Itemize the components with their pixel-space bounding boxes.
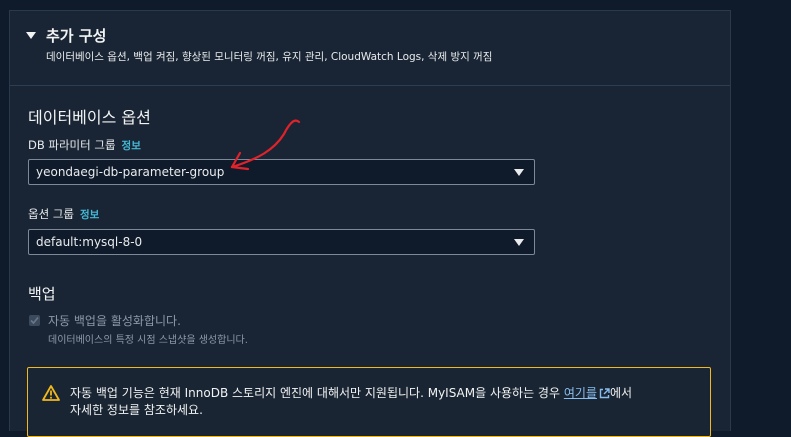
warning-alert: 자동 백업 기능은 현재 InnoDB 스토리지 엔진에 대해서만 지원됩니다.… — [27, 367, 711, 437]
option-group-label-text: 옵션 그룹 — [28, 207, 74, 221]
caret-down-icon[interactable] — [26, 32, 36, 39]
section-description: 데이터베이스 옵션, 백업 켜짐, 향상된 모니터링 꺼짐, 유지 관리, Cl… — [46, 51, 493, 63]
alert-line1-suffix: 에서 — [609, 386, 633, 400]
parameter-group-label-text: DB 파라미터 그룹 — [28, 138, 116, 152]
auto-backup-label: 자동 백업을 활성화합니다. — [48, 314, 181, 328]
alert-line2: 자세한 정보를 참조하세요. — [70, 403, 203, 417]
additional-config-panel: 추가 구성 데이터베이스 옵션, 백업 켜짐, 향상된 모니터링 꺼짐, 유지 … — [9, 10, 731, 437]
auto-backup-checkbox[interactable] — [29, 315, 40, 326]
section-title[interactable]: 추가 구성 — [46, 25, 106, 46]
dropdown-arrow-icon — [514, 239, 524, 246]
right-gutter — [730, 0, 791, 411]
parameter-group-value: yeondaegi-db-parameter-group — [36, 165, 225, 179]
warning-icon — [42, 385, 60, 401]
alert-link[interactable]: 여기를 — [564, 386, 597, 400]
option-group-value: default:mysql-8-0 — [36, 235, 143, 249]
alert-message: 자동 백업 기능은 현재 InnoDB 스토리지 엔진에 대해서만 지원됩니다.… — [70, 385, 632, 419]
external-link-icon[interactable] — [599, 388, 610, 399]
divider — [10, 85, 730, 86]
auto-backup-description: 데이터베이스의 특정 시점 스냅샷을 생성합니다. — [48, 335, 248, 346]
backup-title: 백업 — [28, 285, 56, 303]
dropdown-arrow-icon — [514, 169, 524, 176]
checkmark-icon — [30, 316, 39, 325]
option-group-label: 옵션 그룹 정보 — [28, 206, 99, 222]
option-group-select[interactable]: default:mysql-8-0 — [28, 229, 535, 255]
red-arrow-annotation — [230, 119, 301, 171]
parameter-group-info-link[interactable]: 정보 — [122, 140, 141, 152]
db-options-title: 데이터베이스 옵션 — [28, 108, 151, 127]
option-group-info-link[interactable]: 정보 — [80, 209, 99, 221]
alert-line1-prefix: 자동 백업 기능은 현재 InnoDB 스토리지 엔진에 대해서만 지원됩니다.… — [70, 386, 561, 400]
parameter-group-label: DB 파라미터 그룹 정보 — [28, 137, 141, 153]
